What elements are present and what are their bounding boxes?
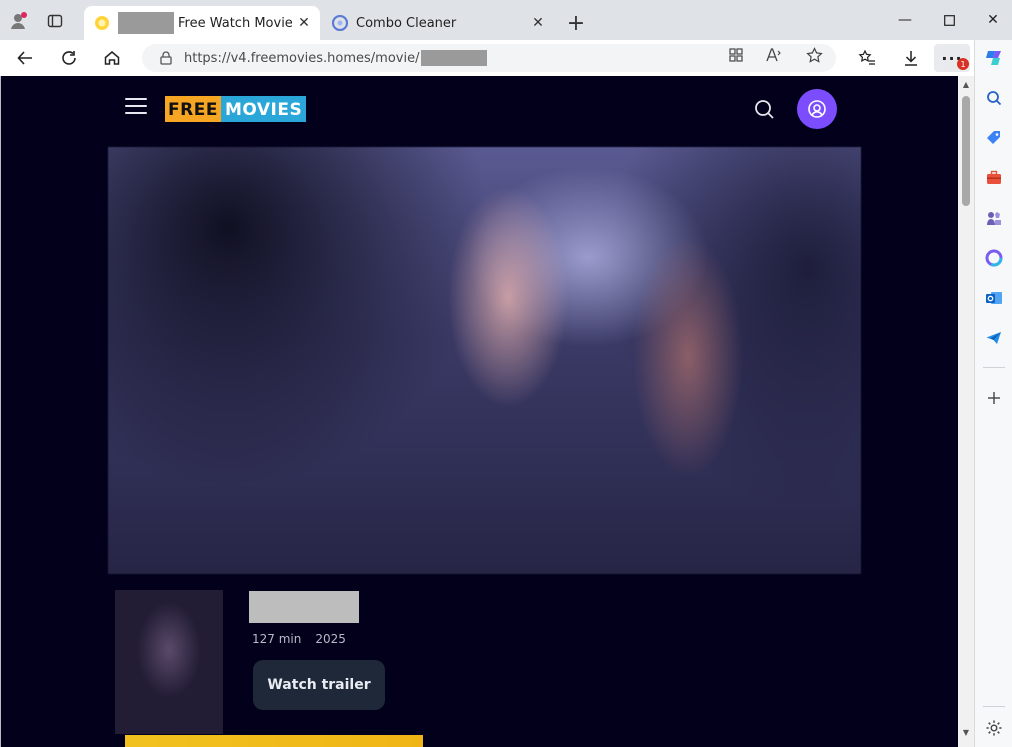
scroll-down-arrow-icon[interactable]: ▼: [958, 728, 974, 740]
shopping-tag-icon[interactable]: [984, 128, 1004, 148]
site-logo[interactable]: FREE MOVIES: [165, 96, 307, 122]
tools-briefcase-icon[interactable]: [984, 168, 1004, 188]
search-icon[interactable]: [753, 98, 775, 120]
edge-sidebar: [974, 40, 1012, 747]
new-tab-icon[interactable]: +: [563, 10, 589, 36]
sidebar-settings-gear-icon[interactable]: [984, 718, 1004, 738]
profile-icon[interactable]: [6, 8, 32, 34]
microsoft-365-icon[interactable]: [984, 248, 1004, 268]
url-text: https://v4.freemovies.homes/movie/: [184, 50, 420, 66]
watch-trailer-button[interactable]: Watch trailer: [253, 660, 385, 710]
minimize-icon[interactable]: —: [890, 8, 920, 32]
movie-duration: 127 min: [252, 632, 302, 646]
favorites-list-icon[interactable]: [852, 44, 882, 72]
notification-badge: 1: [957, 58, 969, 70]
tab-close-icon[interactable]: ✕: [528, 13, 548, 33]
movie-backdrop-image[interactable]: [108, 147, 861, 574]
movie-poster: [115, 590, 223, 734]
navigation-bar: https://v4.freemovies.homes/movie/ ··· 1: [0, 40, 1012, 76]
add-sidebar-app-icon[interactable]: [984, 388, 1004, 408]
back-arrow-icon[interactable]: [10, 44, 40, 72]
tab-free-watch-movie[interactable]: Free Watch Movie — ✕: [84, 6, 320, 40]
app-available-icon[interactable]: [727, 46, 745, 64]
downloads-icon[interactable]: [896, 44, 926, 72]
tab-actions-icon[interactable]: [42, 8, 68, 34]
user-icon: [808, 100, 826, 118]
read-aloud-icon[interactable]: [765, 46, 783, 64]
ad-banner-strip[interactable]: [125, 735, 423, 747]
refresh-icon[interactable]: [54, 44, 84, 72]
telegram-send-icon[interactable]: [984, 328, 1004, 348]
movie-year: 2025: [315, 632, 346, 646]
hamburger-menu-icon[interactable]: [125, 98, 147, 114]
movie-meta: 127 min 2025: [252, 632, 346, 646]
user-account-button[interactable]: [797, 89, 837, 129]
tab-strip: Free Watch Movie — ✕ Combo Cleaner ✕ + —…: [0, 0, 1012, 40]
scroll-up-arrow-icon[interactable]: ▲: [958, 80, 974, 92]
redacted-movie-title: [249, 591, 359, 623]
combo-cleaner-favicon-icon: [332, 15, 348, 31]
games-chess-icon[interactable]: [984, 208, 1004, 228]
page-viewport: FREE MOVIES 127 min 2025 Watch trailer: [0, 76, 958, 747]
home-icon[interactable]: [97, 44, 127, 72]
maximize-icon[interactable]: [934, 8, 964, 32]
favorite-star-icon[interactable]: [805, 46, 823, 64]
site-info-lock-icon[interactable]: [158, 50, 174, 66]
logo-free: FREE: [165, 96, 221, 122]
site-favicon-icon: [95, 16, 109, 30]
outlook-icon[interactable]: [984, 288, 1004, 308]
tab-combo-cleaner[interactable]: Combo Cleaner ✕: [322, 6, 554, 40]
redacted-block: [118, 12, 174, 34]
logo-movies: MOVIES: [220, 96, 307, 122]
tab-close-icon[interactable]: ✕: [294, 13, 314, 33]
sidebar-search-icon[interactable]: [984, 88, 1004, 108]
copilot-icon[interactable]: [984, 48, 1004, 68]
tab-title: Free Watch Movie —: [178, 15, 294, 31]
page-scrollbar[interactable]: ▲ ▼: [958, 76, 974, 747]
redacted-url-segment: [421, 50, 488, 66]
close-window-icon[interactable]: ✕: [978, 8, 1008, 32]
scroll-thumb[interactable]: [962, 96, 970, 206]
tab-title: Combo Cleaner: [356, 15, 457, 31]
